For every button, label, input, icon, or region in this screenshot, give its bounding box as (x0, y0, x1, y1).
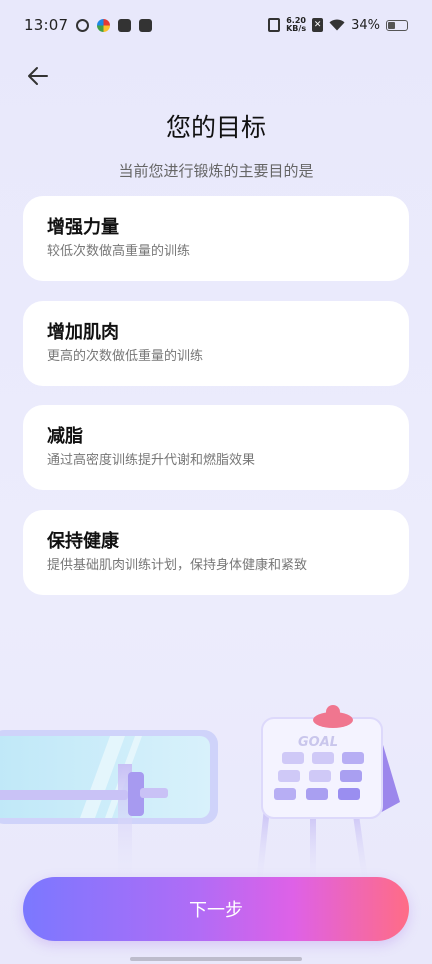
app-notification-icon (76, 18, 90, 32)
status-right: 6.20 KB/s ✕ 34% (268, 17, 408, 33)
status-bar: 13:07 6.20 KB/s ✕ 34% (0, 0, 432, 50)
goal-description: 更高的次数做低重量的训练 (47, 348, 204, 364)
no-sim-icon: ✕ (312, 18, 324, 32)
goal-description: 较低次数做高重量的训练 (47, 244, 191, 259)
home-indicator[interactable] (130, 957, 302, 961)
page-title: 您的目标 (165, 113, 266, 142)
battery-icon (386, 19, 408, 31)
goal-description: 通过高密度训练提升代谢和燃脂效果 (47, 453, 256, 468)
net-speed: 6.20 KB/s (286, 17, 306, 33)
wifi-icon (329, 19, 345, 31)
goal-title: 减脂 (47, 426, 83, 447)
goal-list: 增强力量 较低次数做高重量的训练 增加肌肉 更高的次数做低重量的训练 减脂 通过… (23, 196, 409, 614)
goal-option-strength[interactable]: 增强力量 较低次数做高重量的训练 (23, 196, 409, 281)
goal-description: 提供基础肌肉训练计划，保持身体健康和紧致 (47, 557, 308, 573)
colorful-app-icon (97, 18, 111, 32)
next-button[interactable]: 下一步 (23, 877, 409, 941)
vibrate-icon (268, 18, 281, 32)
goal-option-muscle[interactable]: 增加肌肉 更高的次数做低重量的训练 (23, 300, 409, 386)
fitness-illustration: GOAL (0, 705, 400, 890)
net-speed-unit: KB/s (286, 24, 307, 33)
goal-title: 保持健康 (47, 530, 119, 552)
goal-title: 增加肌肉 (47, 321, 119, 343)
goal-option-health[interactable]: 保持健康 提供基础肌肉训练计划，保持身体健康和紧致 (23, 509, 409, 595)
page-subtitle: 当前您进行锻炼的主要目的是 (118, 162, 314, 180)
back-button[interactable] (22, 60, 54, 92)
message-app-icon (139, 18, 153, 32)
arrow-left-icon (28, 67, 48, 85)
goal-board-label: GOAL (298, 735, 338, 750)
battery-percent: 34% (351, 17, 380, 33)
status-left: 13:07 (24, 16, 153, 34)
goal-option-fat-loss[interactable]: 减脂 通过高密度训练提升代谢和燃脂效果 (23, 405, 409, 490)
goal-title: 增强力量 (47, 217, 119, 238)
status-time: 13:07 (24, 16, 69, 34)
play-app-icon (118, 18, 132, 32)
